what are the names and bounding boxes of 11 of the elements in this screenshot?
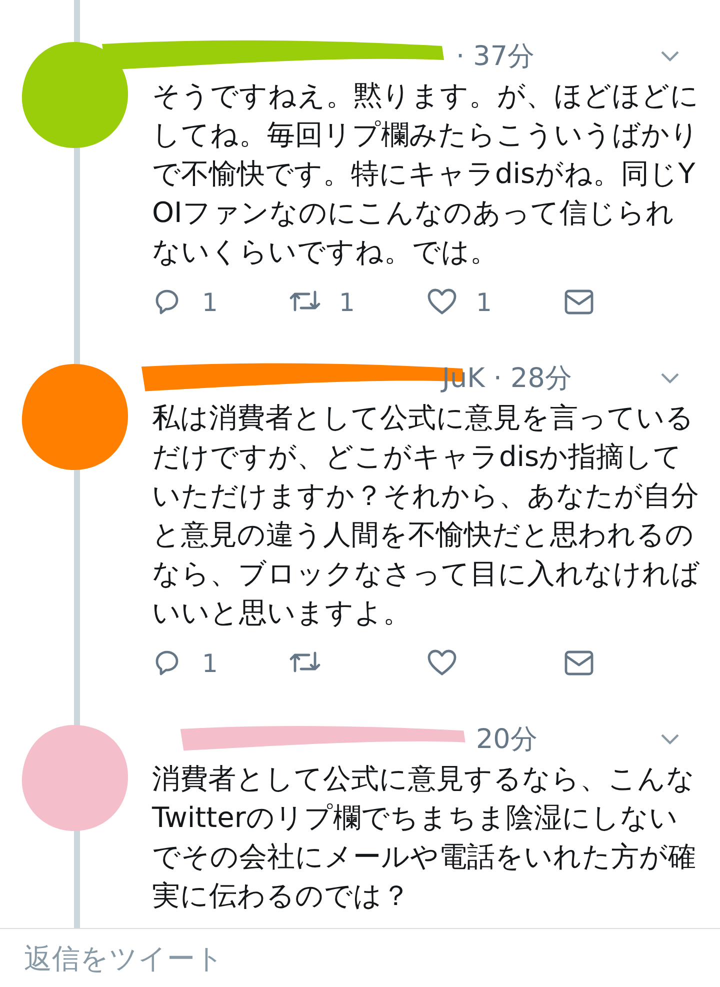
timestamp: JuK · 28分 xyxy=(442,362,572,396)
count-label: 1 xyxy=(339,288,355,316)
timestamp: 20分 xyxy=(476,723,538,757)
tweet-text: 消費者として公式に意見するなら、こんなTwitterのリプ欄でちまちま陰湿にしないでその会社にメールや電話をいれた方が確実に伝わるのでは？ xyxy=(152,761,697,914)
timestamp: · 37分 xyxy=(456,40,535,74)
tweet-text: そうですねえ。黙ります。が、ほどほどにしてね。毎回リプ欄みたらこういうばかりで不愉快です。特にキャラdisがね。同じYOIファンなのにこんなのあって信じられないくらいですね。では。 xyxy=(152,78,700,270)
count-label: 1 xyxy=(202,288,218,316)
reply-field[interactable]: 返信をツイート xyxy=(24,942,424,974)
tweet-text: 私は消費者として公式に意見を言っているだけですが、どこがキャラdisか指摘していただけますか？それから、あなたが自分と意見の違う人間を不愉快だと思われるのなら、ブロックなさって目に入れなければいいと思いますよ。 xyxy=(152,400,701,631)
count-label: 1 xyxy=(202,648,218,678)
count-label: 1 xyxy=(476,288,492,316)
